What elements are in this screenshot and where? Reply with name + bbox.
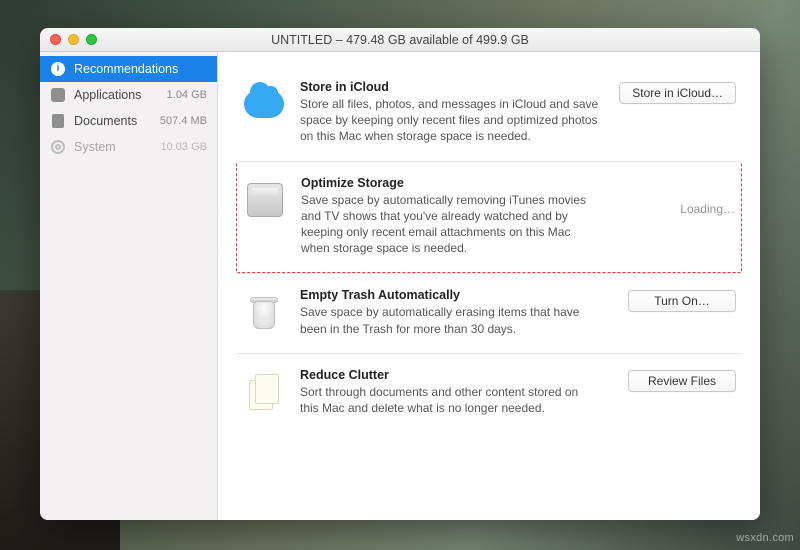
- recommendation-body: Reduce Clutter Sort through documents an…: [300, 368, 604, 416]
- recommendation-optimize-storage: Optimize Storage Save space by automatic…: [236, 161, 742, 274]
- trash-icon: [242, 290, 286, 334]
- recommendation-desc: Store all files, photos, and messages in…: [300, 96, 600, 145]
- gear-icon: [50, 139, 66, 155]
- recommendation-empty-trash: Empty Trash Automatically Save space by …: [236, 273, 742, 352]
- sidebar-item-label: Recommendations: [74, 62, 178, 76]
- sidebar-item-label: Applications: [74, 88, 149, 102]
- info-icon: i: [50, 61, 66, 77]
- recommendation-action: Review Files: [618, 368, 736, 392]
- storage-management-window: UNTITLED – 479.48 GB available of 499.9 …: [40, 28, 760, 520]
- recommendations-pane: Store in iCloud Store all files, photos,…: [218, 52, 760, 520]
- recommendation-title: Store in iCloud: [300, 80, 604, 94]
- sidebar-item-label: Documents: [74, 114, 149, 128]
- recommendation-reduce-clutter: Reduce Clutter Sort through documents an…: [236, 353, 742, 432]
- recommendation-title: Empty Trash Automatically: [300, 288, 604, 302]
- sidebar-item-size: 10.03 GB: [157, 141, 207, 153]
- recommendation-action: Loading…: [617, 176, 735, 216]
- sidebar-item-size: 507.4 MB: [157, 115, 207, 127]
- sidebar-item-recommendations[interactable]: i Recommendations: [40, 56, 217, 82]
- cloud-icon: [242, 82, 286, 126]
- recommendation-body: Empty Trash Automatically Save space by …: [300, 288, 604, 336]
- sidebar: i Recommendations Applications 1.04 GB D…: [40, 52, 218, 520]
- loading-text: Loading…: [680, 178, 735, 216]
- sidebar-item-size: 1.04 GB: [157, 89, 207, 101]
- recommendation-title: Optimize Storage: [301, 176, 603, 190]
- recommendation-action: Turn On…: [618, 288, 736, 312]
- recommendation-desc: Sort through documents and other content…: [300, 384, 600, 416]
- app-icon: [50, 87, 66, 103]
- window-title: UNTITLED – 479.48 GB available of 499.9 …: [40, 33, 760, 47]
- recommendation-title: Reduce Clutter: [300, 368, 604, 382]
- sidebar-item-applications[interactable]: Applications 1.04 GB: [40, 82, 217, 108]
- recommendation-desc: Save space by automatically removing iTu…: [301, 192, 601, 257]
- recommendation-store-in-icloud: Store in iCloud Store all files, photos,…: [236, 66, 742, 161]
- watermark-text: wsxdn.com: [736, 532, 794, 544]
- sidebar-item-label: System: [74, 140, 149, 154]
- store-in-icloud-button[interactable]: Store in iCloud…: [619, 82, 736, 104]
- recommendation-action: Store in iCloud…: [618, 80, 736, 104]
- recommendations-desc: Save space by automatically erasing item…: [300, 304, 600, 336]
- recommendation-body: Store in iCloud Store all files, photos,…: [300, 80, 604, 145]
- review-files-button[interactable]: Review Files: [628, 370, 736, 392]
- documents-icon: [242, 370, 286, 414]
- document-icon: [50, 113, 66, 129]
- window-body: i Recommendations Applications 1.04 GB D…: [40, 52, 760, 520]
- sidebar-item-system[interactable]: System 10.03 GB: [40, 134, 217, 160]
- recommendation-body: Optimize Storage Save space by automatic…: [301, 176, 603, 257]
- drive-icon: [243, 178, 287, 222]
- window-titlebar[interactable]: UNTITLED – 479.48 GB available of 499.9 …: [40, 28, 760, 52]
- sidebar-item-documents[interactable]: Documents 507.4 MB: [40, 108, 217, 134]
- turn-on-button[interactable]: Turn On…: [628, 290, 736, 312]
